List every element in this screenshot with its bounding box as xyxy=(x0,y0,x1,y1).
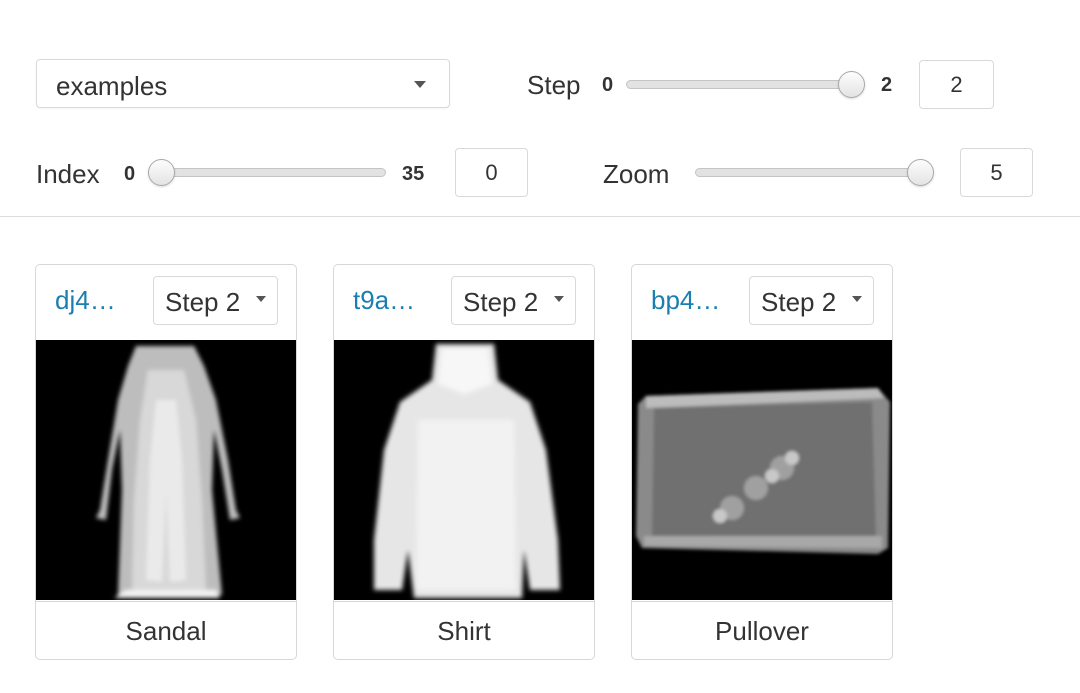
index-min-label: 0 xyxy=(124,163,136,185)
bag-image xyxy=(636,388,890,554)
example-image xyxy=(632,340,892,600)
step-slider-thumb[interactable] xyxy=(838,71,865,98)
step-label: Step xyxy=(527,70,581,100)
dress-image xyxy=(96,346,240,598)
image-card: t9a… Step 2 Shirt xyxy=(333,264,595,660)
zoom-slider-thumb[interactable] xyxy=(907,159,934,186)
image-card: dj4… Step 2 Sandal xyxy=(35,264,297,660)
chevron-down-icon xyxy=(554,296,564,302)
image-caption: Pullover xyxy=(632,601,892,659)
step-min-label: 0 xyxy=(602,74,614,96)
example-image xyxy=(36,340,296,600)
step-slider-track[interactable] xyxy=(626,80,864,89)
card-step-dropdown[interactable]: Step 2 xyxy=(749,276,874,325)
chevron-down-icon xyxy=(414,81,426,88)
step-input[interactable]: 2 xyxy=(919,60,994,109)
zoom-input[interactable]: 5 xyxy=(960,148,1033,197)
run-name-link[interactable]: dj4… xyxy=(55,285,116,316)
image-caption: Shirt xyxy=(334,601,594,659)
card-step-value: Step 2 xyxy=(165,287,241,317)
example-image xyxy=(334,340,594,600)
panel-select-dropdown[interactable]: examples xyxy=(36,59,450,108)
index-label: Index xyxy=(36,159,100,189)
image-caption: Sandal xyxy=(36,601,296,659)
index-max-label: 35 xyxy=(402,163,425,185)
index-slider-thumb[interactable] xyxy=(148,159,175,186)
run-name-link[interactable]: bp4… xyxy=(651,285,720,316)
panel-select-value: examples xyxy=(56,71,168,101)
chevron-down-icon xyxy=(256,296,266,302)
chevron-down-icon xyxy=(852,296,862,302)
step-max-label: 2 xyxy=(881,74,893,96)
zoom-slider-track[interactable] xyxy=(695,168,933,177)
run-name-link[interactable]: t9a… xyxy=(353,285,415,316)
card-step-dropdown[interactable]: Step 2 xyxy=(153,276,278,325)
index-input[interactable]: 0 xyxy=(455,148,528,197)
image-card: bp4… Step 2 Pullover xyxy=(631,264,893,660)
card-step-value: Step 2 xyxy=(761,287,837,317)
zoom-label: Zoom xyxy=(603,159,670,189)
index-slider-track[interactable] xyxy=(148,168,386,177)
card-step-dropdown[interactable]: Step 2 xyxy=(451,276,576,325)
section-divider xyxy=(0,216,1080,217)
pullover-image xyxy=(374,344,560,598)
card-step-value: Step 2 xyxy=(463,287,539,317)
